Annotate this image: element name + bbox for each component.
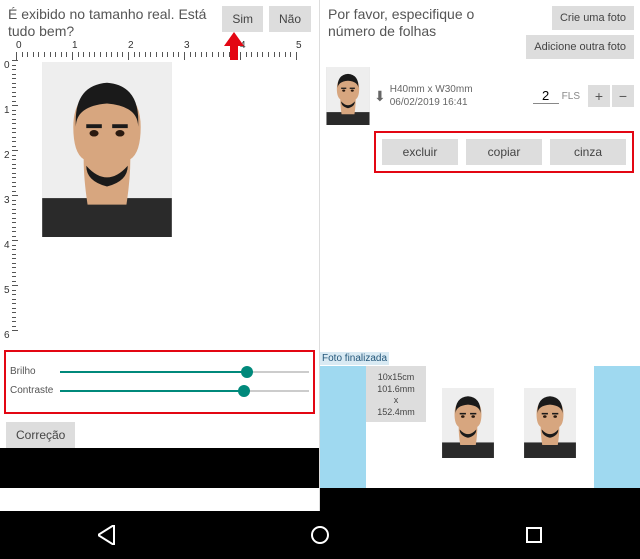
- fls-label: FLS: [562, 91, 580, 102]
- black-bar: [0, 448, 319, 488]
- finalized-label: Foto finalizada: [320, 352, 389, 365]
- contrast-slider[interactable]: [60, 390, 309, 392]
- create-photo-button[interactable]: Crie uma foto: [552, 6, 634, 30]
- home-icon[interactable]: [311, 526, 329, 544]
- photo-item-row: ⬇ H40mm x W30mm 06/02/2019 16:41 FLS + −: [320, 63, 640, 125]
- brightness-label: Brilho: [10, 366, 60, 377]
- download-icon: ⬇: [374, 88, 386, 105]
- delete-button[interactable]: excluir: [382, 139, 458, 165]
- horizontal-ruler: 0 1 2 3 4 5: [16, 40, 315, 60]
- photo-actions: excluir copiar cinza: [374, 131, 634, 173]
- decrement-button[interactable]: −: [612, 85, 634, 107]
- back-icon[interactable]: [98, 525, 114, 545]
- header-question: É exibido no tamanho real. Está tudo bem…: [8, 6, 216, 40]
- brightness-slider[interactable]: [60, 371, 309, 373]
- correction-button[interactable]: Correção: [6, 422, 75, 448]
- finalized-preview-area: Foto finalizada 10x15cm 101.6mm x 152.4m…: [320, 366, 640, 488]
- print-preview-1: [442, 388, 494, 458]
- photo-metadata: H40mm x W30mm 06/02/2019 16:41: [390, 83, 533, 109]
- quantity-input[interactable]: [533, 88, 559, 104]
- copy-button[interactable]: copiar: [466, 139, 542, 165]
- id-photo-preview: [42, 62, 172, 237]
- highlight-arrow-icon: [224, 32, 244, 60]
- increment-button[interactable]: +: [588, 85, 610, 107]
- add-photo-button[interactable]: Adicione outra foto: [526, 35, 634, 59]
- recent-icon[interactable]: [526, 527, 542, 543]
- left-screen: É exibido no tamanho real. Está tudo bem…: [0, 0, 320, 559]
- vertical-ruler: 0 1 2 3 4 5 6: [2, 60, 16, 340]
- no-button[interactable]: Não: [269, 6, 311, 32]
- paper-size-info: 10x15cm 101.6mm x 152.4mm: [366, 366, 426, 422]
- print-preview-2: [524, 388, 576, 458]
- android-navbar: [0, 511, 640, 559]
- right-screen: Por favor, especifique o número de folha…: [320, 0, 640, 559]
- photo-thumbnail[interactable]: [326, 67, 370, 125]
- gray-button[interactable]: cinza: [550, 139, 626, 165]
- yes-button[interactable]: Sim: [222, 6, 263, 32]
- contrast-label: Contraste: [10, 385, 60, 396]
- header-instruction: Por favor, especifique o número de folha…: [328, 6, 526, 40]
- adjustment-panel: Brilho Contraste: [4, 350, 315, 414]
